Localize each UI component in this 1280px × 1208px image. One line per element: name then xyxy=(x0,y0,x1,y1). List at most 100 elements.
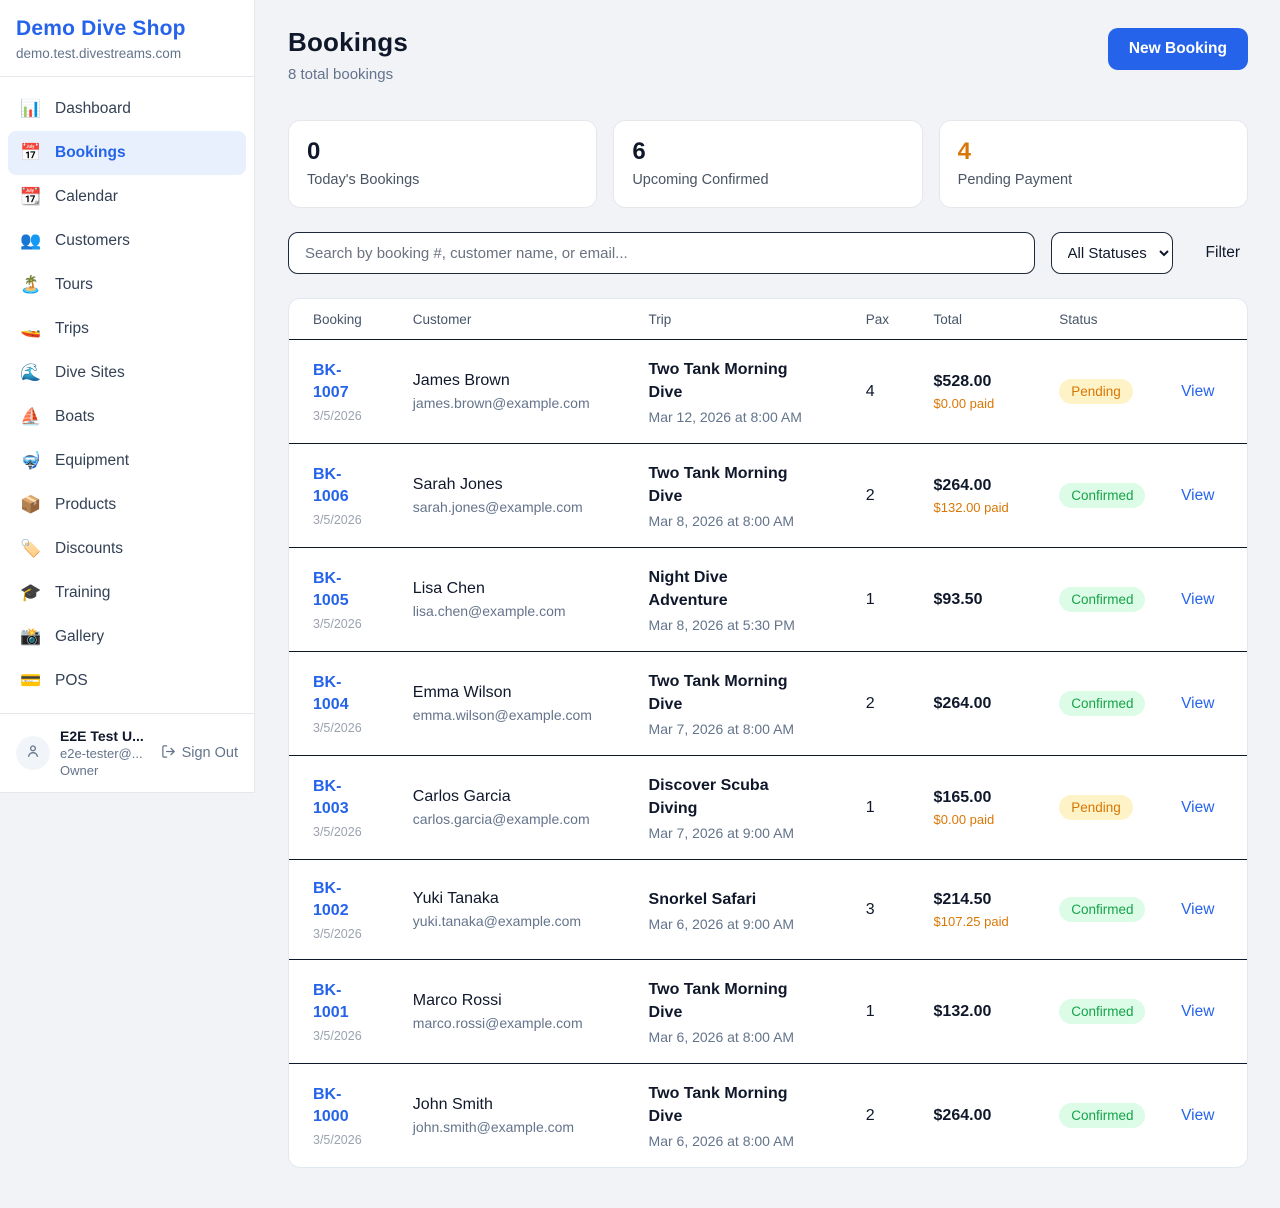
booking-date: 3/5/2026 xyxy=(313,1029,389,1043)
sidebar-item-discounts[interactable]: 🏷️ Discounts xyxy=(8,527,246,571)
sidebar-item-boats[interactable]: ⛵ Boats xyxy=(8,395,246,439)
view-link[interactable]: View xyxy=(1181,901,1214,918)
trip-datetime: Mar 6, 2026 at 8:00 AM xyxy=(649,1133,842,1149)
table-row: BK-1002 3/5/2026 Yuki Tanaka yuki.tanaka… xyxy=(289,860,1247,960)
booking-date: 3/5/2026 xyxy=(313,927,389,941)
status-badge: Pending xyxy=(1059,795,1133,820)
col-header-customer: Customer xyxy=(401,299,637,340)
search-input[interactable] xyxy=(288,232,1035,274)
view-link[interactable]: View xyxy=(1181,1107,1214,1124)
bookings-table: Booking Customer Trip Pax Total Status B… xyxy=(289,299,1247,1167)
sidebar-item-trips[interactable]: 🚤 Trips xyxy=(8,307,246,351)
sign-out-icon xyxy=(161,744,176,763)
customer-email: emma.wilson@example.com xyxy=(413,707,625,723)
stat-value: 4 xyxy=(958,138,1229,166)
trips-icon: 🚤 xyxy=(20,317,42,341)
gallery-icon: 📸 xyxy=(20,625,42,649)
customer-email: lisa.chen@example.com xyxy=(413,603,625,619)
customer-email: marco.rossi@example.com xyxy=(413,1015,625,1031)
equipment-icon: 🤿 xyxy=(20,449,42,473)
view-link[interactable]: View xyxy=(1181,1003,1214,1020)
view-link[interactable]: View xyxy=(1181,695,1214,712)
booking-link[interactable]: BK-1002 xyxy=(313,878,371,922)
customer-name: Sarah Jones xyxy=(413,476,625,494)
table-row: BK-1006 3/5/2026 Sarah Jones sarah.jones… xyxy=(289,444,1247,548)
booking-link[interactable]: BK-1006 xyxy=(313,464,371,508)
table-row: BK-1005 3/5/2026 Lisa Chen lisa.chen@exa… xyxy=(289,548,1247,652)
pax-count: 3 xyxy=(866,901,875,918)
new-booking-button[interactable]: New Booking xyxy=(1108,28,1248,70)
total-amount: $214.50 xyxy=(934,891,1036,909)
page-header-text: Bookings 8 total bookings xyxy=(288,27,408,83)
stat-card: 0 Today's Bookings xyxy=(288,120,597,208)
trip-datetime: Mar 7, 2026 at 8:00 AM xyxy=(649,721,842,737)
stat-label: Pending Payment xyxy=(958,172,1229,188)
sidebar-item-tours[interactable]: 🏝️ Tours xyxy=(8,263,246,307)
trip-datetime: Mar 8, 2026 at 5:30 PM xyxy=(649,617,842,633)
table-row: BK-1003 3/5/2026 Carlos Garcia carlos.ga… xyxy=(289,756,1247,860)
avatar xyxy=(16,736,50,770)
page-subtitle: 8 total bookings xyxy=(288,66,408,83)
booking-link[interactable]: BK-1000 xyxy=(313,1084,371,1128)
stat-label: Upcoming Confirmed xyxy=(632,172,903,188)
customer-email: john.smith@example.com xyxy=(413,1119,625,1135)
customer-email: james.brown@example.com xyxy=(413,395,625,411)
discounts-icon: 🏷️ xyxy=(20,537,42,561)
view-link[interactable]: View xyxy=(1181,383,1214,400)
filter-button[interactable]: Filter xyxy=(1206,244,1240,262)
sidebar-item-calendar[interactable]: 📆 Calendar xyxy=(8,175,246,219)
pax-count: 1 xyxy=(866,1003,875,1020)
sidebar-item-bookings[interactable]: 📅 Bookings xyxy=(8,131,246,175)
customer-email: sarah.jones@example.com xyxy=(413,499,625,515)
trip-name: Snorkel Safari xyxy=(649,888,804,911)
total-amount: $528.00 xyxy=(934,373,1036,391)
view-link[interactable]: View xyxy=(1181,591,1214,608)
sign-out-label: Sign Out xyxy=(182,745,238,761)
sidebar-item-products[interactable]: 📦 Products xyxy=(8,483,246,527)
col-header-status: Status xyxy=(1047,299,1169,340)
table-row: BK-1007 3/5/2026 James Brown james.brown… xyxy=(289,340,1247,444)
sidebar-item-training[interactable]: 🎓 Training xyxy=(8,571,246,615)
dashboard-icon: 📊 xyxy=(20,97,42,121)
pax-count: 2 xyxy=(866,1107,875,1124)
col-header-booking: Booking xyxy=(289,299,401,340)
booking-link[interactable]: BK-1007 xyxy=(313,360,371,404)
booking-date: 3/5/2026 xyxy=(313,617,389,631)
status-filter-select[interactable]: All Statuses xyxy=(1051,232,1173,274)
sidebar: Demo Dive Shop demo.test.divestreams.com… xyxy=(0,0,255,793)
booking-link[interactable]: BK-1005 xyxy=(313,568,371,612)
user-name: E2E Test U... xyxy=(60,728,151,744)
dive-sites-icon: 🌊 xyxy=(20,361,42,385)
status-badge: Confirmed xyxy=(1059,691,1145,716)
stat-value: 6 xyxy=(632,138,903,166)
pax-count: 1 xyxy=(866,799,875,816)
trip-name: Two Tank Morning Dive xyxy=(649,358,804,404)
sign-out-button[interactable]: Sign Out xyxy=(161,744,238,763)
total-amount: $264.00 xyxy=(934,477,1036,495)
trip-name: Two Tank Morning Dive xyxy=(649,1082,804,1128)
trip-datetime: Mar 8, 2026 at 8:00 AM xyxy=(649,513,842,529)
app-root: Demo Dive Shop demo.test.divestreams.com… xyxy=(0,0,1280,1208)
user-icon xyxy=(25,743,41,764)
sidebar-item-equipment[interactable]: 🤿 Equipment xyxy=(8,439,246,483)
sidebar-item-dive-sites[interactable]: 🌊 Dive Sites xyxy=(8,351,246,395)
customer-name: Carlos Garcia xyxy=(413,788,625,806)
trip-datetime: Mar 6, 2026 at 9:00 AM xyxy=(649,916,842,932)
booking-date: 3/5/2026 xyxy=(313,825,389,839)
booking-link[interactable]: BK-1004 xyxy=(313,672,371,716)
paid-amount: $0.00 paid xyxy=(934,812,1036,827)
col-header-trip: Trip xyxy=(637,299,854,340)
view-link[interactable]: View xyxy=(1181,799,1214,816)
customer-email: yuki.tanaka@example.com xyxy=(413,913,625,929)
booking-date: 3/5/2026 xyxy=(313,721,389,735)
stat-card: 6 Upcoming Confirmed xyxy=(613,120,922,208)
booking-link[interactable]: BK-1001 xyxy=(313,980,371,1024)
sidebar-item-gallery[interactable]: 📸 Gallery xyxy=(8,615,246,659)
status-badge: Confirmed xyxy=(1059,587,1145,612)
sidebar-item-dashboard[interactable]: 📊 Dashboard xyxy=(8,87,246,131)
sidebar-item-customers[interactable]: 👥 Customers xyxy=(8,219,246,263)
view-link[interactable]: View xyxy=(1181,487,1214,504)
booking-link[interactable]: BK-1003 xyxy=(313,776,371,820)
sidebar-item-pos[interactable]: 💳 POS xyxy=(8,659,246,703)
controls-row: All Statuses Filter xyxy=(288,232,1248,274)
